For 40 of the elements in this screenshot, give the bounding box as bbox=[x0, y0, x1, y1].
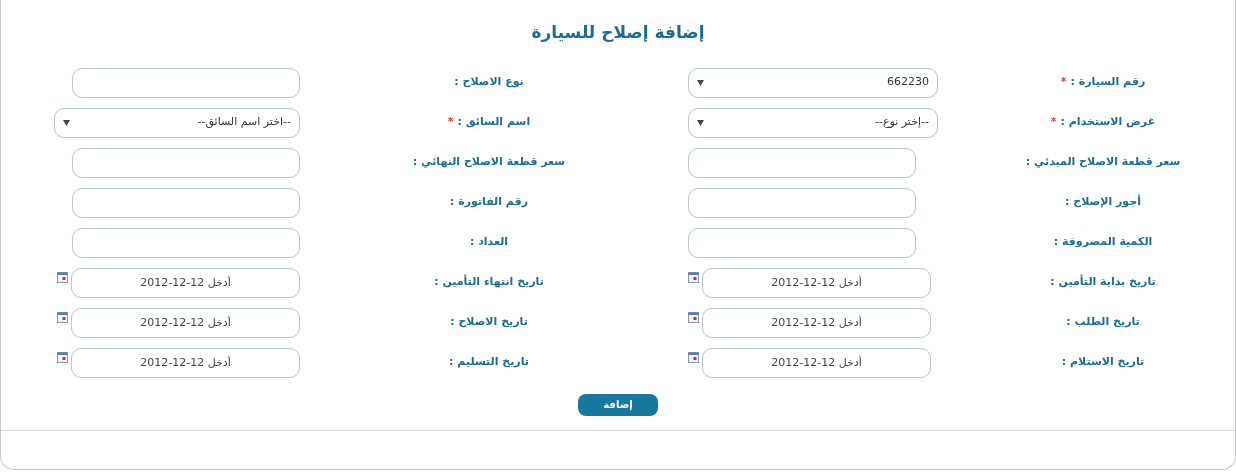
text-field[interactable] bbox=[72, 67, 300, 98]
field-label: اسم السائق : bbox=[457, 115, 531, 129]
calendar-icon[interactable] bbox=[57, 311, 68, 323]
field-label: العداد : bbox=[469, 235, 509, 249]
dropdown-caret-icon bbox=[697, 119, 704, 126]
text-field[interactable] bbox=[688, 227, 916, 258]
field-label: أجور الإصلاح : bbox=[1065, 195, 1141, 209]
select-field[interactable]: --إختر نوع-- bbox=[688, 107, 938, 138]
field-label: غرض الاستخدام : bbox=[1060, 115, 1156, 129]
text-field[interactable] bbox=[688, 187, 916, 218]
field-label: نوع الاصلاح : bbox=[454, 75, 524, 89]
field-label: تاريخ الاصلاح : bbox=[450, 315, 528, 329]
field-label: تاريخ الاستلام : bbox=[1061, 355, 1145, 369]
select-field[interactable]: --اختر اسم السائق-- bbox=[54, 107, 300, 138]
field-label: رقم الفاتورة : bbox=[450, 195, 528, 209]
required-mark: * bbox=[447, 115, 454, 129]
required-mark: * bbox=[1060, 75, 1067, 89]
required-mark: * bbox=[1050, 115, 1057, 129]
text-field[interactable] bbox=[72, 227, 300, 258]
calendar-icon[interactable] bbox=[57, 351, 68, 363]
field-label: سعر قطعة الاصلاح المبدئي : bbox=[1025, 155, 1181, 169]
field-label: تاريخ بداية التأمين : bbox=[1050, 275, 1156, 289]
select-field[interactable]: 662230 bbox=[688, 67, 938, 98]
text-field[interactable] bbox=[72, 187, 300, 218]
calendar-icon[interactable] bbox=[688, 351, 699, 363]
text-field[interactable] bbox=[688, 147, 916, 178]
field-label: تاريخ التسليم : bbox=[449, 355, 529, 369]
dropdown-caret-icon bbox=[63, 119, 70, 126]
dropdown-caret-icon bbox=[697, 79, 704, 86]
calendar-icon[interactable] bbox=[688, 271, 699, 283]
add-button[interactable]: إضافة bbox=[578, 393, 658, 416]
text-field[interactable] bbox=[72, 147, 300, 178]
field-label: تاريخ الطلب : bbox=[1066, 315, 1140, 329]
field-label: رقم السيارة : bbox=[1070, 75, 1146, 89]
page-title: إضافة إصلاح للسيارة bbox=[531, 21, 705, 44]
calendar-icon[interactable] bbox=[688, 311, 699, 323]
calendar-icon[interactable] bbox=[57, 271, 68, 283]
field-label: الكمية المصروفة : bbox=[1053, 235, 1153, 249]
field-label: تاريخ انتهاء التأمين : bbox=[434, 275, 544, 289]
field-label: سعر قطعة الاصلاح النهائي : bbox=[412, 155, 566, 169]
